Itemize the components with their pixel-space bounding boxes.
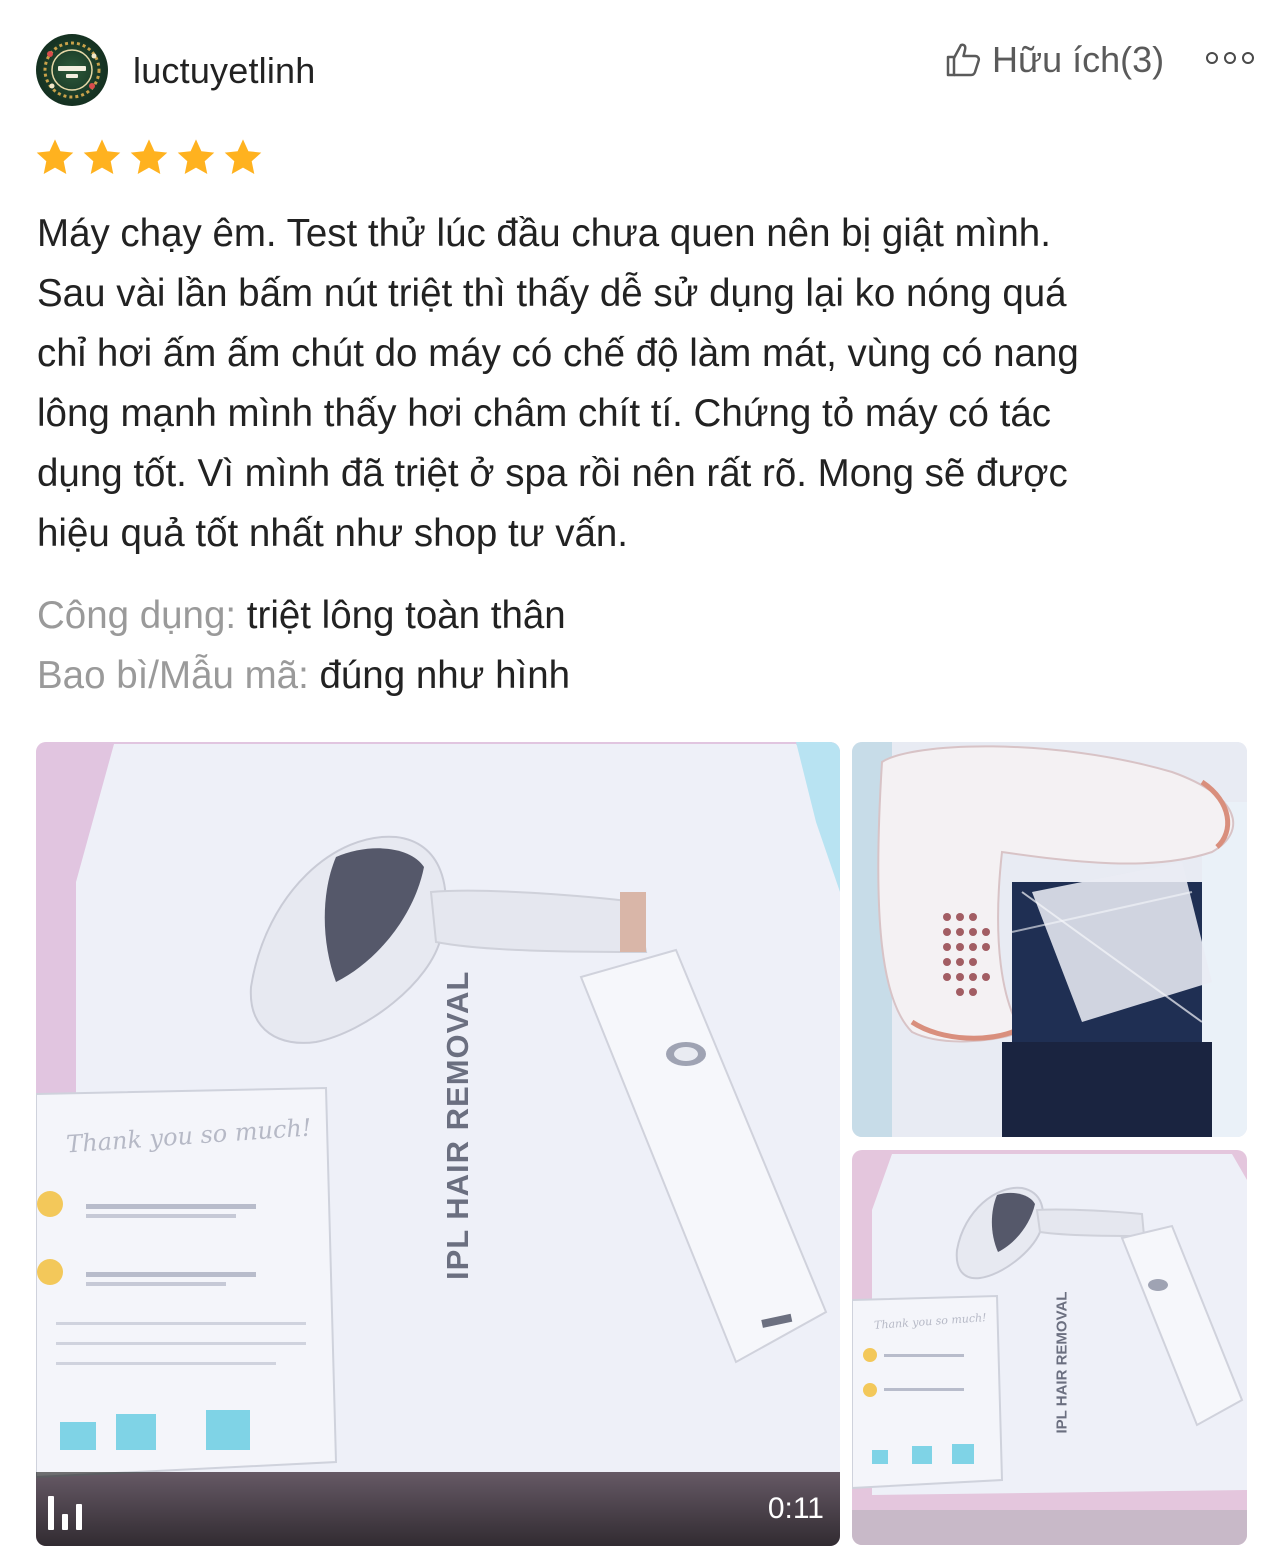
attribute-value: triệt lông toàn thân xyxy=(246,594,566,637)
review-line: hiệu quả tốt nhất như shop tư vấn. xyxy=(37,512,628,555)
helpful-label: Hữu ích(3) xyxy=(992,39,1165,80)
attribute-value: đúng như hình xyxy=(319,654,571,697)
star-icon xyxy=(36,139,74,174)
helpful-button[interactable]: Hữu ích(3) xyxy=(944,38,1164,82)
review-line: dụng tốt. Vì mình đã triệt ở spa rồi nên… xyxy=(37,452,1068,495)
video-thumbnail[interactable]: Thank you so much! IPL HAIR REMOVAL 0:11 xyxy=(36,742,840,1546)
review-line: chỉ hơi ấm ấm chút do máy có chế độ làm … xyxy=(37,332,1079,375)
photo-thumbnail-2[interactable]: Thank you so much! IPL HAIR REMOVAL xyxy=(852,1150,1247,1545)
video-icon xyxy=(46,1494,86,1530)
product-label-small: IPL HAIR REMOVAL xyxy=(1053,1291,1071,1434)
star-rating xyxy=(34,138,264,178)
username[interactable]: luctuyetlinh xyxy=(133,50,316,92)
attribute-usage: Công dụng: triệt lông toàn thân xyxy=(37,594,566,638)
more-options-icon[interactable] xyxy=(1206,48,1254,68)
star-icon xyxy=(177,139,215,174)
photo-thumbnail-1[interactable] xyxy=(852,742,1247,1137)
review-text: Máy chạy êm. Test thử lúc đầu chưa quen … xyxy=(37,204,1247,564)
star-icon xyxy=(224,139,262,174)
attribute-key: Công dụng: xyxy=(37,594,237,637)
star-icon xyxy=(83,139,121,174)
video-duration: 0:11 xyxy=(767,1492,824,1525)
review-line: Sau vài lần bấm nút triệt thì thấy dễ sử… xyxy=(37,272,1067,315)
star-icon xyxy=(130,139,168,174)
review-line: Máy chạy êm. Test thử lúc đầu chưa quen … xyxy=(37,212,1051,255)
video-controls: 0:11 xyxy=(36,1472,840,1546)
attribute-key: Bao bì/Mẫu mã: xyxy=(37,654,309,697)
thumbs-up-icon xyxy=(946,43,981,77)
review-line: lông mạnh mình thấy hơi châm chít tí. Ch… xyxy=(37,392,1051,435)
review-header: luctuyetlinh Hữu ích(3) xyxy=(0,0,1284,130)
attribute-packaging: Bao bì/Mẫu mã: đúng như hình xyxy=(37,654,570,698)
user-avatar[interactable] xyxy=(36,34,108,106)
product-label: IPL HAIR REMOVAL xyxy=(440,970,475,1280)
